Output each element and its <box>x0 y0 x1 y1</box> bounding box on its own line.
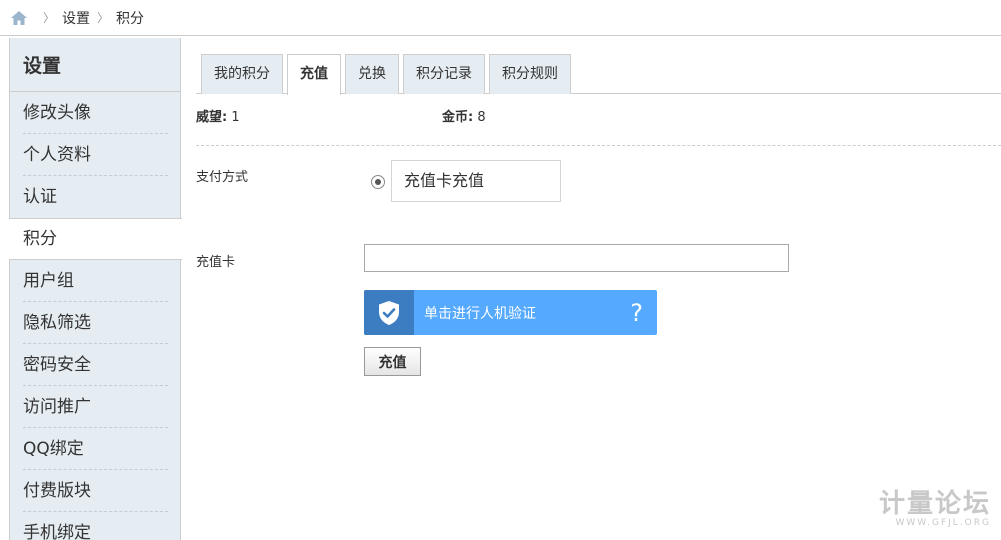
watermark-title: 计量论坛 <box>878 489 991 519</box>
breadcrumb-separator: 〉 <box>97 11 110 25</box>
sidebar-item-paid-forum[interactable]: 付费版块 <box>10 470 180 512</box>
sidebar-item-verify[interactable]: 认证 <box>10 176 180 218</box>
sidebar-item-label: 个人资料 <box>23 145 91 165</box>
sidebar-item-promotion[interactable]: 访问推广 <box>10 386 180 428</box>
sidebar-item-label: 隐私筛选 <box>23 313 91 333</box>
captcha-text: 单击进行人机验证 <box>424 305 536 322</box>
shield-icon <box>364 290 414 335</box>
breadcrumb-credits[interactable]: 积分 <box>116 8 144 28</box>
sidebar-item-label: 手机绑定 <box>23 523 91 540</box>
recharge-submit-button[interactable]: 充值 <box>364 347 421 376</box>
payment-option-card[interactable]: 充值卡充值 <box>391 160 561 202</box>
sidebar-item-phone[interactable]: 手机绑定 <box>10 512 180 540</box>
gold-label: 金币: <box>442 110 474 125</box>
card-input[interactable] <box>364 244 789 272</box>
tab-exchange[interactable]: 兑换 <box>345 54 399 94</box>
card-label: 充值卡 <box>196 255 236 270</box>
sidebar-item-profile[interactable]: 个人资料 <box>10 134 180 176</box>
prestige-stat: 威望: 1 <box>196 110 240 126</box>
sidebar-item-qq[interactable]: QQ绑定 <box>10 428 180 470</box>
sidebar-item-usergroup[interactable]: 用户组 <box>10 260 180 302</box>
prestige-label: 威望: <box>196 110 228 125</box>
payment-radio[interactable] <box>371 175 385 189</box>
breadcrumb-separator: 〉 <box>43 11 56 25</box>
gold-value: 8 <box>477 110 486 125</box>
tab-credit-log[interactable]: 积分记录 <box>403 54 485 94</box>
sidebar-item-privacy[interactable]: 隐私筛选 <box>10 302 180 344</box>
sidebar-item-avatar[interactable]: 修改头像 <box>10 92 180 134</box>
captcha-button[interactable]: 单击进行人机验证 ? <box>364 290 657 335</box>
watermark: 计量论坛 WWW.GFJL.ORG <box>879 490 991 528</box>
sidebar-title: 设置 <box>10 38 180 92</box>
credit-stats: 威望: 1 金币: 8 <box>196 110 1001 146</box>
main-content: 我的积分 充值 兑换 积分记录 积分规则 威望: 1 金币: 8 支付方式 充值… <box>196 54 1001 376</box>
home-icon[interactable] <box>10 10 28 26</box>
sidebar-item-label: QQ绑定 <box>23 439 84 459</box>
payment-method-label: 支付方式 <box>196 170 249 185</box>
breadcrumb-settings[interactable]: 设置 <box>62 8 90 28</box>
tab-my-credits[interactable]: 我的积分 <box>201 54 283 94</box>
help-icon[interactable]: ? <box>630 299 643 327</box>
tab-bar: 我的积分 充值 兑换 积分记录 积分规则 <box>196 54 1001 95</box>
sidebar-item-password[interactable]: 密码安全 <box>10 344 180 386</box>
sidebar-item-label: 访问推广 <box>23 397 91 417</box>
breadcrumb: 〉 设置 〉 积分 <box>0 0 1001 36</box>
sidebar-item-label: 认证 <box>23 187 57 207</box>
sidebar-item-label: 用户组 <box>23 271 74 291</box>
sidebar-item-label: 密码安全 <box>23 355 91 375</box>
tab-recharge[interactable]: 充值 <box>287 54 341 95</box>
sidebar-item-label: 付费版块 <box>23 481 91 501</box>
watermark-url: WWW.GFJL.ORG <box>895 518 991 528</box>
sidebar-item-credits[interactable]: 积分 <box>9 218 182 260</box>
sidebar-item-label: 积分 <box>23 229 57 249</box>
prestige-value: 1 <box>231 110 240 125</box>
sidebar-item-label: 修改头像 <box>23 103 91 123</box>
gold-stat: 金币: 8 <box>442 110 486 126</box>
tab-credit-rules[interactable]: 积分规则 <box>489 54 571 94</box>
sidebar: 设置 修改头像 个人资料 认证 积分 用户组 隐私筛选 密码安全 访问推广 QQ… <box>9 38 182 540</box>
